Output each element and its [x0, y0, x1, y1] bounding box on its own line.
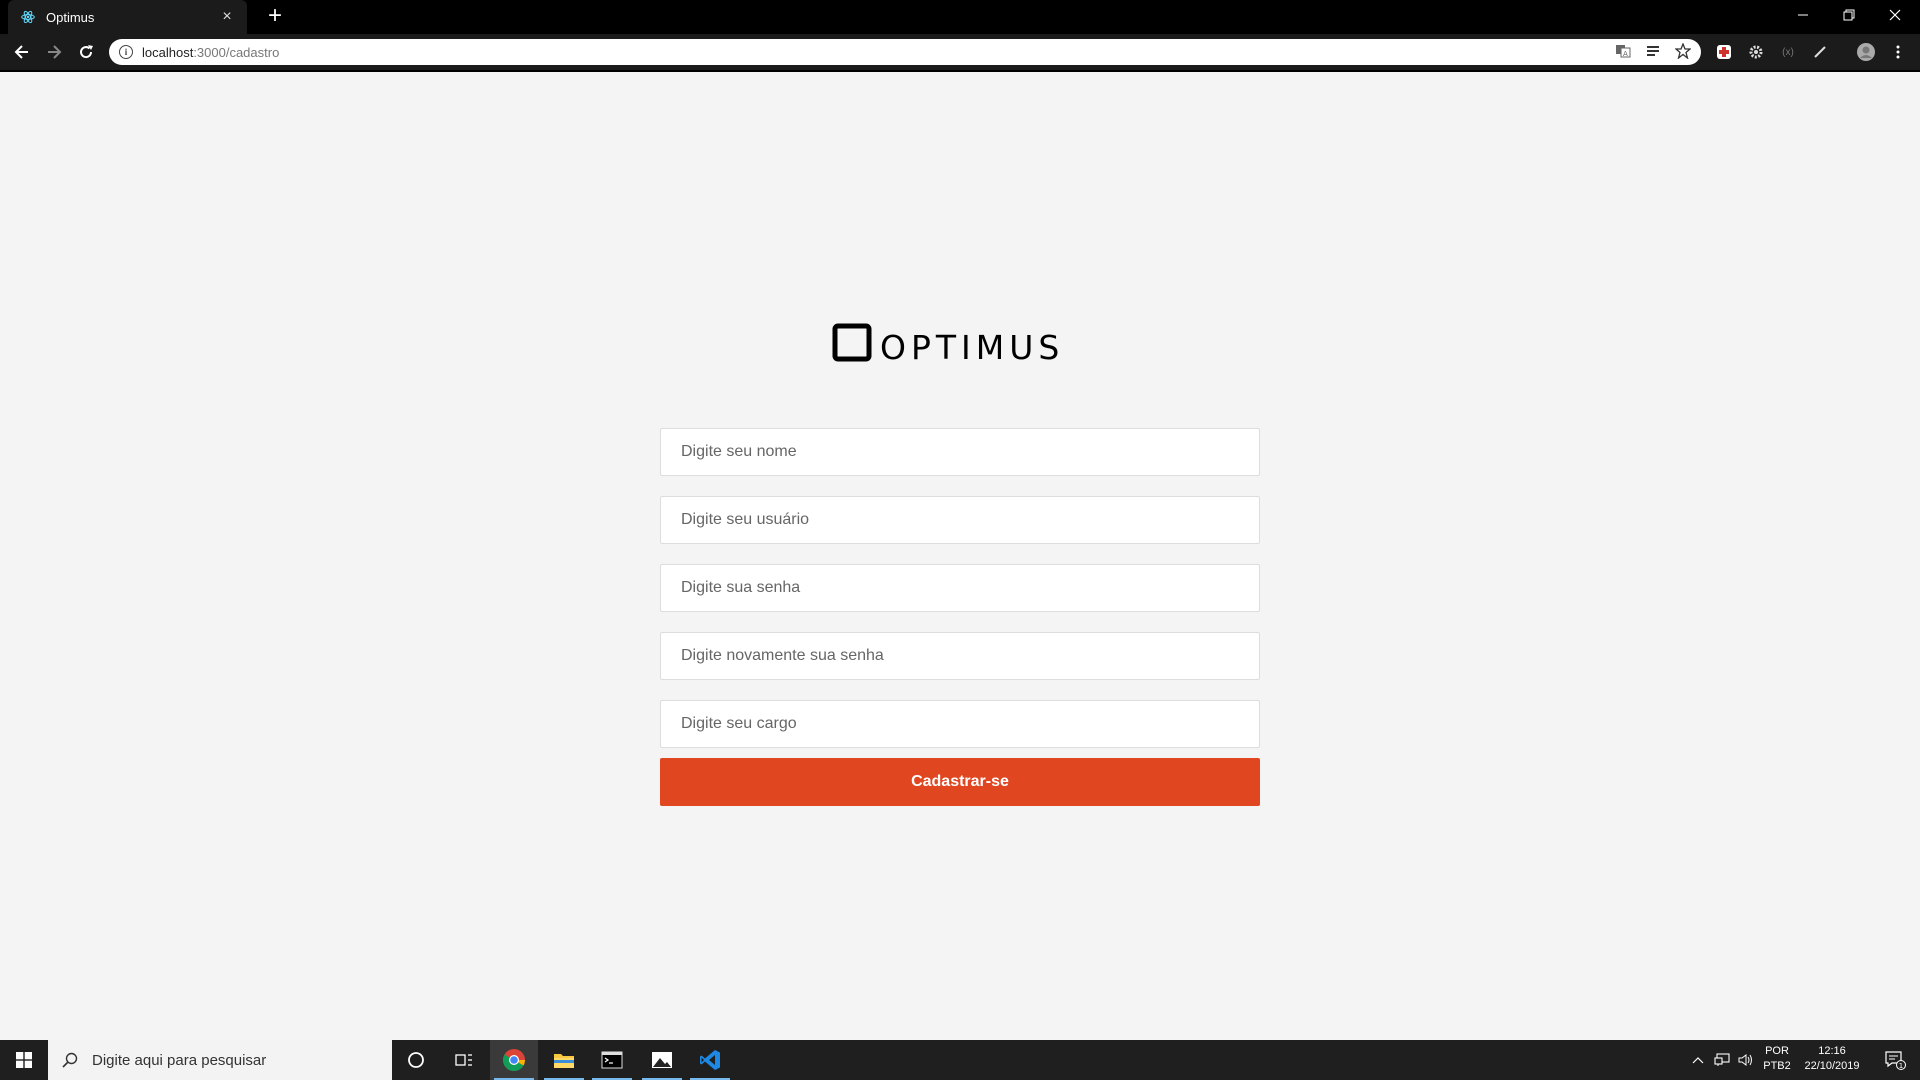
cortana-icon[interactable]: [392, 1040, 440, 1080]
role-input[interactable]: [660, 700, 1260, 748]
task-view-icon[interactable]: [440, 1040, 488, 1080]
search-icon: [62, 1052, 78, 1068]
file-explorer-icon[interactable]: [540, 1040, 588, 1080]
chrome-taskbar-icon[interactable]: [490, 1040, 538, 1080]
url-host: localhost: [142, 44, 194, 60]
signup-button[interactable]: Cadastrar-se: [660, 758, 1260, 806]
terminal-icon[interactable]: [588, 1040, 636, 1080]
input-language-indicator[interactable]: POR PTB2: [1760, 1044, 1794, 1074]
profile-avatar-icon[interactable]: [1856, 42, 1876, 62]
password-input[interactable]: [660, 564, 1260, 612]
taskbar-clock[interactable]: 12:16 22/10/2019: [1796, 1044, 1868, 1074]
restore-icon[interactable]: [1826, 0, 1872, 30]
svg-text:A: A: [1623, 50, 1628, 58]
windows-taskbar: Digite aqui para pesquisar POR PTB2 12:1…: [0, 1040, 1920, 1080]
photos-icon[interactable]: [638, 1040, 686, 1080]
clock-date: 22/10/2019: [1804, 1060, 1860, 1072]
browser-tabstrip: Optimus × +: [0, 0, 1920, 34]
address-bar[interactable]: i localhost:3000/cadastro A: [109, 39, 1701, 65]
notification-count: 1: [1899, 1062, 1903, 1070]
reader-mode-icon[interactable]: [1645, 43, 1661, 62]
password-confirm-input[interactable]: [660, 632, 1260, 680]
logo-text: OPTIMUS: [880, 328, 1064, 367]
username-input[interactable]: [660, 496, 1260, 544]
taskbar-search-box[interactable]: Digite aqui para pesquisar: [48, 1040, 392, 1080]
browser-tab[interactable]: Optimus ×: [8, 0, 247, 34]
browser-menu-icon[interactable]: [1888, 42, 1908, 62]
url-path: :3000/cadastro: [193, 44, 280, 60]
minimize-icon[interactable]: [1780, 0, 1826, 30]
translate-icon[interactable]: A: [1615, 43, 1631, 62]
new-tab-button[interactable]: +: [262, 4, 288, 30]
show-hidden-icons-chevron-icon[interactable]: [1692, 1040, 1704, 1080]
react-icon: [20, 9, 36, 25]
extension-pen-icon[interactable]: [1810, 42, 1830, 62]
toolbar-divider: [0, 70, 1920, 72]
signup-form: Cadastrar-se: [660, 428, 1260, 806]
extension-gear-icon[interactable]: [1746, 42, 1766, 62]
taskbar-search-placeholder: Digite aqui para pesquisar: [92, 1051, 267, 1069]
action-center-icon[interactable]: 1: [1875, 1040, 1915, 1080]
vscode-icon[interactable]: [686, 1040, 734, 1080]
language-code: POR: [1765, 1045, 1789, 1057]
optimus-logo: OPTIMUS: [0, 322, 1920, 368]
tab-title: Optimus: [46, 9, 95, 25]
windows-start-icon[interactable]: [0, 1040, 48, 1080]
extension-cross-icon[interactable]: [1714, 42, 1734, 62]
clock-time: 12:16: [1818, 1045, 1846, 1057]
browser-toolbar: i localhost:3000/cadastro A (x): [0, 34, 1920, 70]
name-input[interactable]: [660, 428, 1260, 476]
close-window-icon[interactable]: [1872, 0, 1918, 30]
forward-arrow-icon[interactable]: [41, 39, 67, 65]
back-arrow-icon[interactable]: [9, 39, 35, 65]
keyboard-layout: PTB2: [1763, 1060, 1791, 1072]
info-icon[interactable]: i: [119, 45, 133, 59]
volume-icon[interactable]: [1738, 1040, 1754, 1080]
reload-icon[interactable]: [73, 39, 99, 65]
bookmark-star-icon[interactable]: [1674, 41, 1692, 62]
extension-code-icon[interactable]: (x): [1778, 42, 1798, 62]
network-icon[interactable]: [1714, 1040, 1730, 1080]
tab-close-icon[interactable]: ×: [219, 8, 235, 26]
